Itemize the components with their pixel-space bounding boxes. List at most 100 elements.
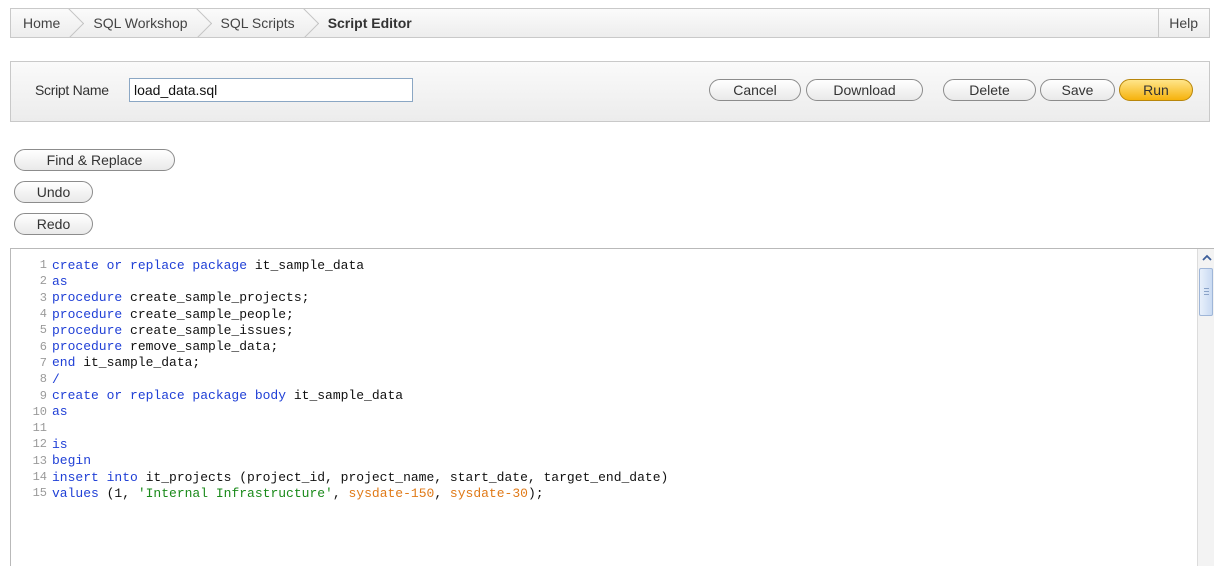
code-token: is bbox=[52, 436, 68, 452]
code-text: values (1, 'Internal Infrastructure', sy… bbox=[52, 486, 544, 501]
code-line[interactable]: 12 is bbox=[11, 436, 668, 452]
breadcrumb-separator bbox=[196, 9, 212, 37]
code-text: create or replace package body it_sample… bbox=[52, 388, 403, 403]
undo-button[interactable]: Undo bbox=[14, 181, 93, 203]
code-line[interactable]: 2 as bbox=[11, 273, 668, 289]
code-token: / bbox=[52, 371, 60, 387]
code-token: procedure bbox=[52, 339, 123, 355]
line-number: 13 bbox=[32, 453, 47, 468]
code-token: create or replace package bbox=[52, 257, 248, 273]
line-number: 4 bbox=[39, 307, 47, 322]
code-line[interactable]: 3 procedure create_sample_projects; bbox=[11, 290, 668, 306]
code-token: remove_sample_data; bbox=[122, 339, 279, 355]
code-text: is bbox=[52, 437, 68, 452]
cancel-button[interactable]: Cancel bbox=[709, 79, 801, 101]
code-token: create_sample_people; bbox=[122, 306, 294, 322]
code-line[interactable]: 7 end it_sample_data; bbox=[11, 355, 668, 371]
code-token: create or replace package body bbox=[52, 388, 287, 404]
code-token: it_sample_data bbox=[286, 388, 404, 404]
breadcrumb-sql-workshop[interactable]: SQL Workshop bbox=[84, 9, 195, 37]
script-name-label: Script Name bbox=[35, 82, 109, 98]
code-text: procedure remove_sample_data; bbox=[52, 339, 278, 354]
thumb-grip bbox=[1204, 288, 1209, 289]
line-number: 15 bbox=[32, 486, 47, 501]
breadcrumb-sql-scripts[interactable]: SQL Scripts bbox=[212, 9, 303, 37]
line-number: 11 bbox=[32, 421, 47, 436]
line-number: 2 bbox=[39, 274, 47, 289]
code-line[interactable]: 6 procedure remove_sample_data; bbox=[11, 338, 668, 354]
line-number: 5 bbox=[39, 323, 47, 338]
code-line[interactable]: 5 procedure create_sample_issues; bbox=[11, 322, 668, 338]
code-text: begin bbox=[52, 453, 91, 468]
code-text: procedure create_sample_issues; bbox=[52, 323, 294, 338]
code-token: it_sample_data bbox=[247, 257, 365, 273]
code-token: 'Internal Infrastructure' bbox=[137, 485, 333, 501]
code-token: as bbox=[52, 404, 68, 420]
code-token: create_sample_projects; bbox=[122, 290, 310, 306]
thumb-grip bbox=[1204, 291, 1209, 292]
code-token: (1, bbox=[98, 485, 138, 501]
code-text: insert into it_projects (project_id, pro… bbox=[52, 470, 668, 485]
code-token: create_sample_issues; bbox=[122, 322, 294, 338]
save-button[interactable]: Save bbox=[1040, 79, 1115, 101]
line-number: 1 bbox=[39, 258, 47, 273]
breadcrumb-separator bbox=[68, 9, 84, 37]
line-number: 9 bbox=[39, 388, 47, 403]
code-text: as bbox=[52, 404, 68, 419]
code-token: sysdate-30 bbox=[449, 485, 528, 501]
line-number: 14 bbox=[32, 470, 47, 484]
code-token: begin bbox=[52, 453, 92, 469]
code-token: as bbox=[52, 273, 68, 289]
line-number: 8 bbox=[39, 372, 47, 387]
script-name-input[interactable] bbox=[129, 78, 413, 102]
code-text: as bbox=[52, 274, 68, 289]
script-toolbar: Script Name Cancel Download Delete Save … bbox=[10, 61, 1210, 122]
code-text: / bbox=[52, 372, 60, 387]
line-number: 3 bbox=[39, 290, 47, 305]
breadcrumb-home[interactable]: Home bbox=[11, 9, 68, 37]
download-button[interactable]: Download bbox=[806, 79, 923, 101]
code-lines: 1 create or replace package it_sample_dat… bbox=[11, 257, 669, 501]
line-number: 10 bbox=[32, 404, 47, 419]
redo-button[interactable]: Redo bbox=[14, 213, 93, 235]
chevron-up-icon bbox=[1201, 254, 1212, 261]
code-line[interactable]: 13 begin bbox=[11, 453, 668, 469]
delete-button[interactable]: Delete bbox=[943, 79, 1036, 101]
code-line[interactable]: 8/ bbox=[11, 371, 668, 387]
thumb-grip bbox=[1204, 294, 1209, 295]
code-token: procedure bbox=[52, 290, 123, 306]
line-number: 7 bbox=[39, 355, 47, 370]
code-token: it_projects (project_id, project_name, s… bbox=[137, 469, 669, 485]
code-line[interactable]: 1 create or replace package it_sample_dat… bbox=[11, 257, 668, 273]
breadcrumb: Home SQL Workshop SQL Scripts Script Edi… bbox=[10, 8, 1210, 38]
code-token: end bbox=[52, 355, 76, 371]
breadcrumb-current: Script Editor bbox=[327, 15, 412, 31]
code-text: end it_sample_data; bbox=[52, 355, 200, 370]
vertical-scrollbar[interactable] bbox=[1197, 249, 1214, 566]
find-replace-button[interactable]: Find & Replace bbox=[14, 149, 175, 171]
code-line[interactable]: 9 create or replace package body it_sampl… bbox=[11, 387, 668, 403]
code-token: sysdate-150 bbox=[348, 485, 435, 501]
code-token: values bbox=[52, 485, 99, 501]
code-text: procedure create_sample_people; bbox=[52, 307, 294, 322]
code-token: ); bbox=[527, 485, 544, 501]
scroll-thumb[interactable] bbox=[1199, 268, 1213, 316]
code-text: procedure create_sample_projects; bbox=[52, 290, 309, 305]
run-button[interactable]: Run bbox=[1119, 79, 1193, 101]
breadcrumb-separator bbox=[303, 9, 319, 37]
code-line[interactable]: 11 bbox=[11, 420, 668, 436]
code-text: create or replace package it_sample_data bbox=[52, 258, 364, 273]
code-line[interactable]: 14 insert into it_projects (project_id, p… bbox=[11, 469, 669, 485]
line-number: 12 bbox=[32, 437, 47, 452]
code-token: , bbox=[434, 485, 450, 501]
code-line[interactable]: 10 as bbox=[11, 404, 668, 420]
help-link[interactable]: Help bbox=[1158, 9, 1209, 37]
code-token: procedure bbox=[52, 306, 123, 322]
code-token: procedure bbox=[52, 322, 123, 338]
code-token: , bbox=[332, 485, 349, 501]
code-line[interactable]: 4 procedure create_sample_people; bbox=[11, 306, 668, 322]
code-line[interactable]: 15 values (1, 'Internal Infrastructure', … bbox=[11, 485, 668, 501]
line-number: 6 bbox=[39, 339, 47, 354]
scroll-up-button[interactable] bbox=[1198, 249, 1214, 266]
code-editor[interactable]: 1 create or replace package it_sample_dat… bbox=[10, 248, 1214, 566]
